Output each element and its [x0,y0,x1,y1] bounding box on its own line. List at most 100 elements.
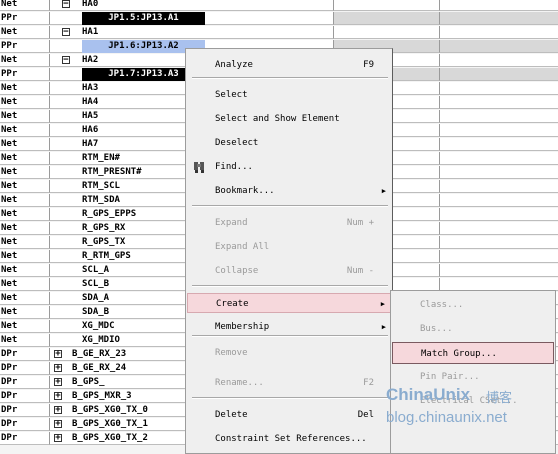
row-value-cell[interactable] [440,138,558,151]
row-value-cell[interactable] [334,0,440,11]
row-value-cell[interactable] [440,152,558,165]
collapse-icon[interactable]: − [62,56,70,65]
find-icon [194,162,204,173]
menu-item-label: Collapse [215,266,259,276]
row-value-cell[interactable] [440,82,558,95]
row-type: PPr [0,12,50,25]
menu-item-label: Select and Show Element [215,114,340,124]
row-type: DPr [0,418,50,431]
expand-icon[interactable]: + [54,350,62,359]
row-name: RTM_EN# [82,153,120,163]
menu-separator [192,397,388,399]
watermark-blog: 博客 [486,390,513,405]
row-value-cell[interactable] [440,264,558,277]
menu-item-analyze[interactable]: Analyze F9 [187,55,392,75]
row-value-cell[interactable] [440,12,558,25]
menu-item-label: Select [215,90,248,100]
row-object-cell[interactable]: JP1.5:JP13.A1 [50,12,334,25]
row-name: RTM_SCL [82,181,120,191]
row-value-cell[interactable] [440,40,558,53]
row-value-cell[interactable] [440,54,558,67]
row-value-cell[interactable] [440,124,558,137]
menu-item-expand[interactable]: Expand Num + [187,213,392,233]
row-name: B_GPS_XG0_TX_0 [72,405,148,415]
menu-item-collapse[interactable]: Collapse Num - [187,261,392,281]
menu-item-bookmark[interactable]: Bookmark... ▶ [187,181,392,201]
menu-item-find[interactable]: Find... [187,157,392,177]
row-value-cell[interactable] [440,110,558,123]
table-row[interactable]: Net − HA1 [0,26,558,40]
row-name: B_GPS_XG0_TX_2 [72,433,148,443]
row-value-cell[interactable] [440,0,558,11]
context-menu: Analyze F9 Select Select and Show Element De… [185,48,393,454]
row-type: Net [0,320,50,333]
submenu-item-class[interactable]: Class... [392,294,554,316]
row-object-cell[interactable]: − HA0 [50,0,334,11]
row-type: Net [0,152,50,165]
menu-item-remove[interactable]: Remove [187,343,392,363]
menu-item-shortcut: Num - [346,266,374,276]
menu-item-label: Bookmark... [215,186,275,196]
row-name: B_GE_RX_24 [72,363,127,373]
menu-item-create[interactable]: Create ▶ [187,293,392,313]
row-name: SCL_B [82,279,110,289]
row-value-cell[interactable] [440,166,558,179]
menu-item-label: Expand [215,218,248,228]
row-value-cell[interactable] [334,12,440,25]
row-value-cell[interactable] [440,250,558,263]
row-value-cell[interactable] [440,222,558,235]
menu-item-select-and-show-element[interactable]: Select and Show Element [187,109,392,129]
menu-item-select[interactable]: Select [187,85,392,105]
row-type: Net [0,110,50,123]
submenu-arrow-icon: ▶ [381,187,386,195]
pin-pair-label[interactable]: JP1.5:JP13.A1 [82,12,205,25]
collapse-icon[interactable]: − [62,0,70,9]
expand-icon[interactable]: + [54,420,62,429]
pin-pair-row[interactable]: PPr JP1.5:JP13.A1 [0,12,558,26]
submenu-item-bus[interactable]: Bus... [392,318,554,340]
row-value-cell[interactable] [440,68,558,81]
row-type: Net [0,334,50,347]
submenu-item-label: Bus... [420,324,453,334]
menu-item-rename[interactable]: Rename... F2 [187,373,392,393]
row-object-cell[interactable]: − HA1 [50,26,334,39]
row-value-cell[interactable] [440,26,558,39]
expand-icon[interactable]: + [54,406,62,415]
expand-icon[interactable]: + [54,392,62,401]
row-name: RTM_SDA [82,195,120,205]
row-type: DPr [0,390,50,403]
row-value-cell[interactable] [440,194,558,207]
menu-item-label: Expand All [215,242,270,252]
row-value-cell[interactable] [334,26,440,39]
menu-item-membership[interactable]: Membership ▶ [187,317,392,337]
watermark-brand: ChinaUnix [386,385,471,404]
row-type: PPr [0,68,50,81]
menu-item-delete[interactable]: Delete Del [187,405,392,425]
row-value-cell[interactable] [440,180,558,193]
expand-icon[interactable]: + [54,364,62,373]
submenu-item-label: Match Group... [421,349,497,359]
row-value-cell[interactable] [440,96,558,109]
row-value-cell[interactable] [440,208,558,221]
menu-separator [192,335,388,337]
collapse-icon[interactable]: − [62,28,70,37]
menu-item-expand-all[interactable]: Expand All [187,237,392,257]
row-name: B_GPS_MXR_3 [72,391,132,401]
submenu-item-match-group[interactable]: Match Group... [392,342,554,364]
row-name: XG_MDC [82,321,115,331]
row-name: RTM_PRESNT# [82,167,142,177]
watermark-url: blog.chinaunix.net [386,409,507,426]
expand-icon[interactable]: + [54,434,62,443]
row-type: Net [0,166,50,179]
row-value-cell[interactable] [440,236,558,249]
menu-item-deselect[interactable]: Deselect [187,133,392,153]
expand-icon[interactable]: + [54,378,62,387]
row-type: Net [0,0,50,11]
row-name: HA1 [82,27,99,37]
row-name: HA0 [82,0,99,9]
row-type: Net [0,124,50,137]
menu-item-label: Create [216,299,249,309]
row-name: HA3 [82,83,99,93]
menu-item-constraint-set-references[interactable]: Constraint Set References... [187,429,392,449]
table-row[interactable]: Net − HA0 [0,0,558,12]
